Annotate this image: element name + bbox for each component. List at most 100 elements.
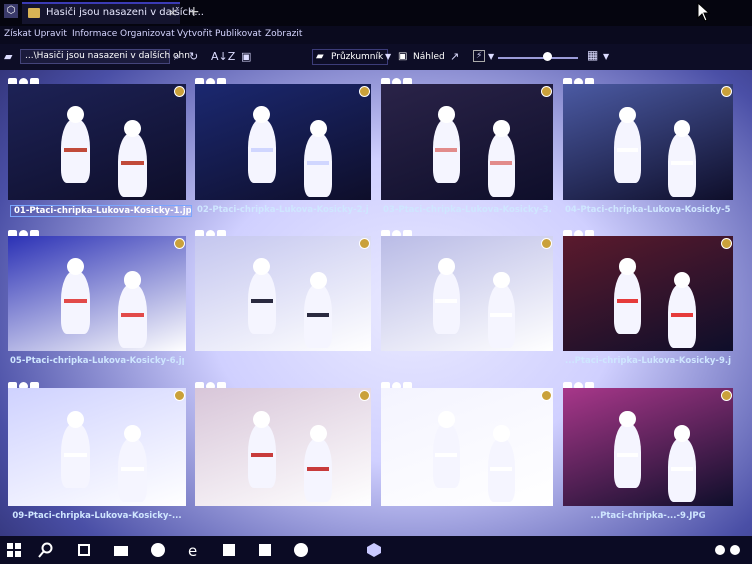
person-head <box>438 258 455 275</box>
thumbnail-item[interactable] <box>381 382 553 506</box>
thumbnail-image[interactable] <box>381 236 553 351</box>
system-tray-icon[interactable] <box>730 545 740 555</box>
preview-label: Náhled <box>413 52 445 62</box>
close-tab-icon[interactable]: × <box>168 6 177 19</box>
menu-vytvorit[interactable]: Vytvořit <box>177 29 212 39</box>
person-head <box>619 258 636 275</box>
thumbnail-item[interactable] <box>381 230 553 351</box>
thumbnail-image[interactable] <box>195 388 371 506</box>
thumbnail-item[interactable]: 03-Ptaci-chripka-Lukova-Kosicky-3.jpg <box>381 78 553 215</box>
windows-start-icon[interactable] <box>6 542 22 558</box>
app-icon[interactable] <box>293 542 309 558</box>
thumbnail-item[interactable]: 01-Ptaci-chripka-Lukova-Kosicky-1.jpg <box>8 78 192 217</box>
rating-badge-icon <box>541 238 552 249</box>
person-head <box>493 271 510 289</box>
preview-button[interactable]: ▣ Náhled <box>394 49 445 65</box>
person-head <box>493 425 510 442</box>
search-icon[interactable]: ⌕ <box>174 50 180 64</box>
chevron-down-icon[interactable]: ▼ <box>385 52 391 61</box>
path-field[interactable]: ...\Hasiči jsou nasazeni v dalších ohn <box>20 49 190 64</box>
thumbnail-item[interactable]: 02-Ptaci-chripka-Lukova-Kosicky-2.jpg <box>195 78 371 215</box>
thumbnail-item[interactable]: ...Ptaci-chripka-...-9.JPG <box>563 382 733 521</box>
zoom-slider-thumb[interactable] <box>543 52 552 61</box>
person-head <box>438 106 455 123</box>
thumbnail-image[interactable] <box>563 84 733 200</box>
thumbnail-image[interactable] <box>563 388 733 506</box>
menu-upravit[interactable]: Upravit <box>34 29 67 39</box>
thumbnail-item[interactable]: 05-Ptaci-chripka-Lukova-Kosicky-6.jpg <box>8 230 186 366</box>
firefox-icon[interactable] <box>150 542 166 558</box>
thumbnail-image[interactable] <box>195 84 371 200</box>
task-view-icon[interactable] <box>76 542 92 558</box>
view-mode-button[interactable]: ▰ Průzkumník <box>312 49 388 65</box>
app-icon[interactable] <box>221 542 237 558</box>
file-explorer-icon[interactable] <box>113 542 129 558</box>
thumbnail-item[interactable]: ...Ptaci-chripka-Lukova-Kosicky-9.jpg <box>563 230 733 366</box>
menu-organizovat[interactable]: Organizovat <box>120 29 175 39</box>
menu-publikovat[interactable]: Publikovat <box>215 29 261 39</box>
thumbnail-overlay-icons <box>195 376 228 391</box>
new-tab-button[interactable]: + <box>188 4 200 20</box>
refresh-icon[interactable]: ↻ <box>189 50 198 63</box>
thumbnail-caption[interactable]: 03-Ptaci-chripka-Lukova-Kosicky-3.jpg <box>383 205 551 215</box>
menu-zobrazit[interactable]: Zobrazit <box>265 29 302 39</box>
accent-detail <box>64 147 88 152</box>
person-head <box>253 410 271 428</box>
accent-detail <box>250 147 274 152</box>
app-icon[interactable] <box>366 542 382 558</box>
folder-icon[interactable]: ▰ <box>4 50 12 63</box>
thumbnail-image[interactable] <box>8 84 186 200</box>
thumbnail-caption[interactable]: 02-Ptaci-chripka-Lukova-Kosicky-2.jpg <box>197 205 369 215</box>
flash-icon[interactable]: ⚡ <box>473 50 486 62</box>
thumbnail-caption[interactable]: ...Ptaci-chripka-...-9.JPG <box>565 511 731 521</box>
app-icon[interactable] <box>257 542 273 558</box>
person-head <box>493 120 510 137</box>
thumbnail-item[interactable] <box>195 382 371 506</box>
mouse-cursor-icon <box>697 2 711 22</box>
menu-ziskat[interactable]: Získat <box>4 29 31 39</box>
thumbnail-image[interactable] <box>195 236 371 351</box>
person-head <box>619 106 636 123</box>
accent-detail <box>616 147 639 152</box>
search-icon[interactable] <box>38 542 54 558</box>
rating-badge-icon <box>721 390 732 401</box>
grid-view-icon[interactable]: ▦ <box>587 48 598 62</box>
system-tray-icon[interactable] <box>715 545 725 555</box>
new-folder-icon[interactable]: ▣ <box>241 50 251 63</box>
thumbnail-item[interactable]: 04-Ptaci-chripka-Lukova-Kosicky-5.jpg <box>563 78 733 215</box>
thumbnail-item[interactable] <box>195 230 371 351</box>
zoom-slider[interactable] <box>498 57 578 59</box>
thumbnail-image[interactable] <box>381 84 553 200</box>
app-logo-icon[interactable]: ⬡ <box>4 4 18 18</box>
thumbnail-caption[interactable]: 01-Ptaci-chripka-Lukova-Kosicky-1.jpg <box>10 205 192 217</box>
chevron-down-icon[interactable]: ▼ <box>603 52 609 61</box>
thumbnail-overlay-icons <box>381 72 414 87</box>
accent-detail <box>616 298 639 303</box>
thumbnail-caption[interactable]: 05-Ptaci-chripka-Lukova-Kosicky-6.jpg <box>10 356 184 366</box>
thumbnail-caption[interactable]: 09-Ptaci-chripka-Lukova-Kosicky-... <box>10 511 184 521</box>
thumbnail-image[interactable] <box>8 236 186 351</box>
rating-badge-icon <box>721 86 732 97</box>
thumbnail-image[interactable] <box>8 388 186 506</box>
edge-icon[interactable]: e <box>186 542 202 560</box>
chevron-down-icon[interactable]: ▼ <box>488 52 494 61</box>
thumbnail-caption[interactable]: 04-Ptaci-chripka-Lukova-Kosicky-5.jpg <box>565 205 731 215</box>
person-head <box>309 120 327 137</box>
thumbnail-image[interactable] <box>381 388 553 506</box>
person-head <box>124 424 142 442</box>
external-open-icon[interactable]: ↗ <box>450 50 459 63</box>
thumbnail-image[interactable] <box>563 236 733 351</box>
menu-informace[interactable]: Informace <box>72 29 117 39</box>
accent-detail <box>121 466 144 471</box>
thumbnail-caption[interactable]: ...Ptaci-chripka-Lukova-Kosicky-9.jpg <box>565 356 731 366</box>
accent-detail <box>64 298 88 303</box>
rating-badge-icon <box>359 390 370 401</box>
document-tab[interactable]: Hasiči jsou nasazeni v dalších... × <box>22 2 204 24</box>
title-bar: ⬡ Hasiči jsou nasazeni v dalších... × + <box>0 0 752 26</box>
taskbar: e <box>0 536 752 564</box>
thumbnail-item[interactable]: 09-Ptaci-chripka-Lukova-Kosicky-... <box>8 382 186 521</box>
sort-button[interactable]: A↓Z <box>211 50 235 63</box>
accent-detail <box>671 161 693 166</box>
thumbnail-overlay-icons <box>381 376 414 391</box>
rating-badge-icon <box>541 390 552 401</box>
